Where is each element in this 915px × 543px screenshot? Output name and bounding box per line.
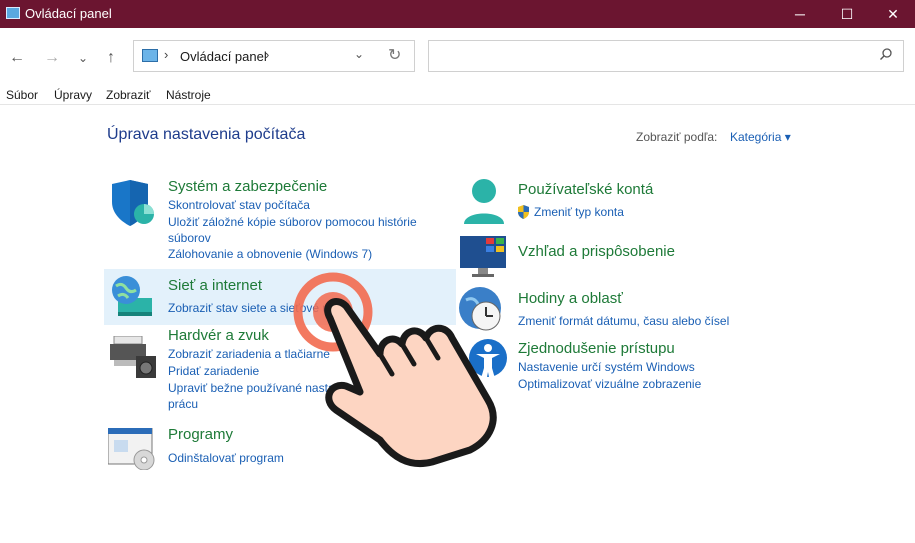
tap-hand-pointer-icon [293,272,497,467]
